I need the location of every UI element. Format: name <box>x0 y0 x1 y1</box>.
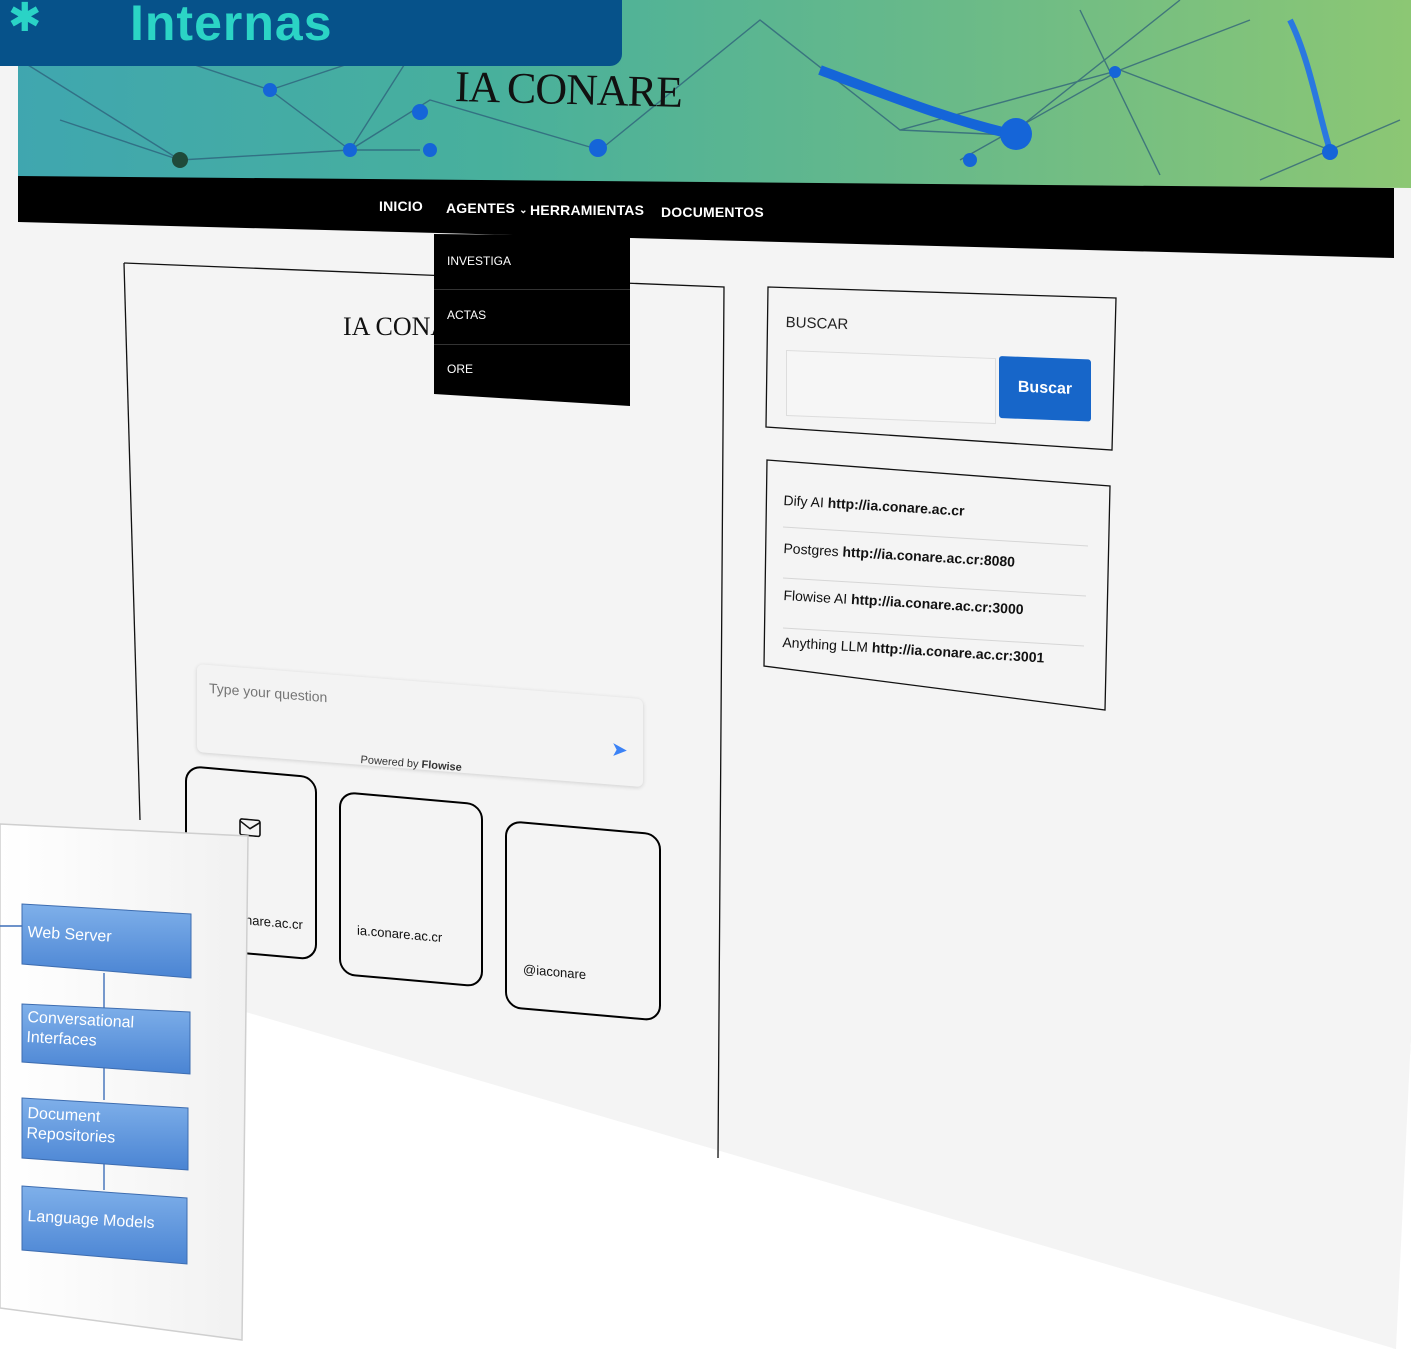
link-name: Postgres <box>783 540 840 560</box>
dropdown-divider <box>434 344 630 345</box>
nav-herramientas[interactable]: HERRAMIENTAS <box>530 202 644 218</box>
diagram-box-document-repositories: Document Repositories <box>26 1104 116 1147</box>
dropdown-item-ore[interactable]: ORE <box>447 362 473 376</box>
nav-agentes-label: AGENTES <box>446 200 516 216</box>
diagram-panel <box>0 823 249 1341</box>
section-header-badge: ✱ Internas <box>0 0 622 66</box>
site-title: IA CONARE <box>454 62 683 117</box>
nav-inicio[interactable]: INICIO <box>379 198 423 214</box>
search-input[interactable] <box>786 350 996 425</box>
social-box-website[interactable]: ia.conare.ac.cr <box>339 791 483 988</box>
chevron-down-icon: ⌄ <box>519 205 528 216</box>
link-name: Dify AI <box>783 492 825 511</box>
social-box-handle[interactable]: @iaconare <box>505 820 661 1022</box>
social-website-text: ia.conare.ac.cr <box>357 922 443 946</box>
social-handle-text: @iaconare <box>523 961 587 983</box>
nav-documentos[interactable]: DOCUMENTOS <box>661 204 764 220</box>
section-title: Internas <box>130 0 333 51</box>
dropdown-divider <box>434 289 630 290</box>
dropdown-item-investiga[interactable]: INVESTIGA <box>447 254 511 268</box>
chat-title: IA CONA <box>343 312 450 341</box>
gear-icon: ✱ <box>8 0 42 40</box>
diagram-box-conversational-interfaces: Conversational Interfaces <box>26 1008 135 1050</box>
nav-agentes[interactable]: AGENTES ⌄ <box>446 200 528 216</box>
search-button[interactable]: Buscar <box>999 356 1091 422</box>
agentes-dropdown: INVESTIGA ACTAS ORE <box>434 234 630 406</box>
send-arrow-icon[interactable]: ➤ <box>611 737 628 763</box>
dropdown-item-actas[interactable]: ACTAS <box>447 308 486 322</box>
architecture-diagram: Web Server Conversational Interfaces Doc… <box>0 808 260 1348</box>
search-label: BUSCAR <box>785 314 849 334</box>
